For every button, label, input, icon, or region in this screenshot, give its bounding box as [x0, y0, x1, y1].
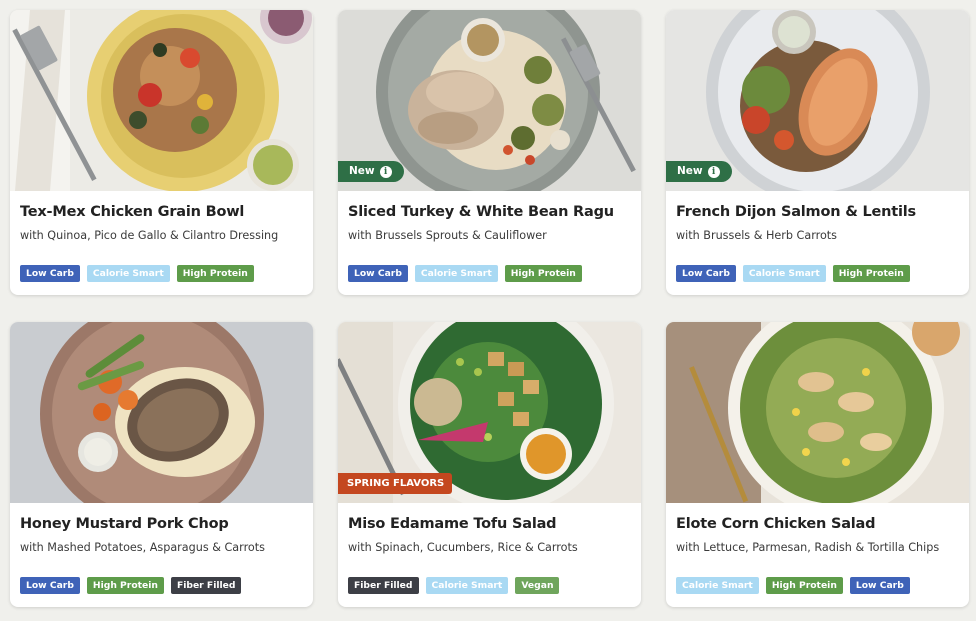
meal-photo: New i	[338, 10, 641, 191]
tag-calorie-smart: Calorie Smart	[86, 265, 170, 282]
meal-subtitle: with Lettuce, Parmesan, Radish & Tortill…	[676, 541, 940, 554]
meal-subtitle: with Brussels Sprouts & Cauliflower	[348, 229, 547, 242]
tag-low-carb: Low Carb	[20, 577, 80, 594]
meal-photo: New i	[666, 10, 969, 191]
tag-fiber-filled: Fiber Filled	[170, 577, 242, 594]
tag-calorie-smart: Calorie Smart	[414, 265, 498, 282]
meal-tags: Low Carb Calorie Smart High Protein	[20, 265, 254, 282]
meal-card-french-dijon-salmon-lentils[interactable]: New i French Dijon Salmon & Lentils with…	[666, 10, 969, 295]
meal-title: Sliced Turkey & White Bean Ragu	[348, 204, 614, 220]
new-badge-label: New	[677, 165, 703, 177]
meal-title: Honey Mustard Pork Chop	[20, 516, 229, 532]
tag-calorie-smart: Calorie Smart	[742, 265, 826, 282]
info-icon[interactable]: i	[707, 165, 720, 178]
tag-low-carb: Low Carb	[348, 265, 408, 282]
tag-high-protein: High Protein	[176, 265, 254, 282]
tag-low-carb: Low Carb	[20, 265, 80, 282]
spring-flavors-badge-label: SPRING FLAVORS	[347, 478, 445, 489]
meal-card-sliced-turkey-white-bean-ragu[interactable]: New i Sliced Turkey & White Bean Ragu wi…	[338, 10, 641, 295]
meal-subtitle: with Spinach, Cucumbers, Rice & Carrots	[348, 541, 578, 554]
meal-grid: Tex-Mex Chicken Grain Bowl with Quinoa, …	[0, 0, 976, 621]
tag-low-carb: Low Carb	[676, 265, 736, 282]
meal-title: Miso Edamame Tofu Salad	[348, 516, 557, 532]
tag-high-protein: High Protein	[504, 265, 582, 282]
tag-low-carb: Low Carb	[849, 577, 910, 594]
meal-tags: Low Carb Calorie Smart High Protein	[676, 265, 910, 282]
tag-fiber-filled: Fiber Filled	[348, 577, 419, 594]
meal-subtitle: with Brussels & Herb Carrots	[676, 229, 838, 242]
meal-card-elote-corn-chicken-salad[interactable]: Elote Corn Chicken Salad with Lettuce, P…	[666, 322, 969, 607]
tag-high-protein: High Protein	[86, 577, 164, 594]
meal-subtitle: with Quinoa, Pico de Gallo & Cilantro Dr…	[20, 229, 279, 242]
tag-high-protein: High Protein	[765, 577, 843, 594]
meal-title: Elote Corn Chicken Salad	[676, 516, 876, 532]
meal-card-miso-edamame-tofu-salad[interactable]: SPRING FLAVORS Miso Edamame Tofu Salad w…	[338, 322, 641, 607]
meal-photo: SPRING FLAVORS	[338, 322, 641, 503]
meal-tags: Calorie Smart High Protein Low Carb	[676, 577, 910, 594]
meal-card-tex-mex-chicken-grain-bowl[interactable]: Tex-Mex Chicken Grain Bowl with Quinoa, …	[10, 10, 313, 295]
meal-title: Tex-Mex Chicken Grain Bowl	[20, 204, 245, 220]
meal-tags: Low Carb High Protein Fiber Filled	[20, 577, 242, 594]
meal-photo	[10, 10, 313, 191]
new-badge[interactable]: New i	[338, 161, 404, 182]
info-icon[interactable]: i	[379, 165, 392, 178]
tag-calorie-smart: Calorie Smart	[425, 577, 509, 594]
meal-tags: Fiber Filled Calorie Smart Vegan	[348, 577, 560, 594]
meal-card-honey-mustard-pork-chop[interactable]: Honey Mustard Pork Chop with Mashed Pota…	[10, 322, 313, 607]
tag-calorie-smart: Calorie Smart	[676, 577, 759, 594]
meal-photo	[10, 322, 313, 503]
meal-title: French Dijon Salmon & Lentils	[676, 204, 916, 220]
meal-photo	[666, 322, 969, 503]
new-badge-label: New	[349, 165, 375, 177]
tag-high-protein: High Protein	[832, 265, 910, 282]
spring-flavors-badge: SPRING FLAVORS	[338, 473, 453, 494]
meal-tags: Low Carb Calorie Smart High Protein	[348, 265, 582, 282]
meal-subtitle: with Mashed Potatoes, Asparagus & Carrot…	[20, 541, 265, 554]
tag-vegan: Vegan	[515, 577, 560, 594]
new-badge[interactable]: New i	[666, 161, 732, 182]
